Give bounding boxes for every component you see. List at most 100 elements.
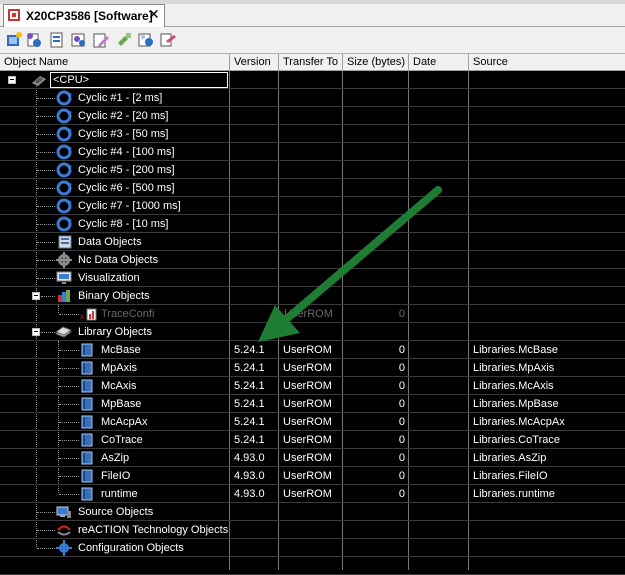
tree-guide xyxy=(37,548,55,550)
library-size: 0 xyxy=(398,380,405,392)
library-row[interactable]: MpBase 5.24.1 UserROM 0 Libraries.MpBase xyxy=(0,395,625,413)
tree-row-cyclic[interactable]: Cyclic #7 - [1000 ms] xyxy=(0,197,625,215)
library-name: runtime xyxy=(101,488,138,500)
row-divider xyxy=(0,502,625,503)
tree-row-trace-config[interactable]: x TraceConfi UserROM 0 xyxy=(0,305,625,323)
tree-guide xyxy=(59,314,79,316)
col-transfer-to[interactable]: Transfer To xyxy=(279,54,343,70)
tree-guide xyxy=(59,386,79,388)
col-version[interactable]: Version xyxy=(230,54,279,70)
tree-guide xyxy=(37,260,55,262)
collapse-icon[interactable] xyxy=(32,328,40,336)
tree-row-reaction[interactable]: reACTION Technology Objects xyxy=(0,521,625,539)
cyclic-label: Cyclic #7 - [1000 ms] xyxy=(78,200,181,212)
new-object-icon[interactable] xyxy=(5,31,23,49)
cpu-icon xyxy=(32,76,46,86)
transfer-icon[interactable] xyxy=(137,31,155,49)
open-icon[interactable] xyxy=(70,31,88,49)
row-divider xyxy=(0,466,625,467)
tree-row-configuration-objects[interactable]: Configuration Objects xyxy=(0,539,625,557)
tree-row-library-objects[interactable]: Library Objects xyxy=(0,323,625,341)
row-divider xyxy=(0,268,625,269)
row-divider xyxy=(0,232,625,233)
data-objects-icon xyxy=(58,235,72,249)
library-row[interactable]: McBase 5.24.1 UserROM 0 Libraries.McBase xyxy=(0,341,625,359)
tree-guide xyxy=(37,278,55,280)
cpu-label[interactable]: <CPU> xyxy=(50,72,228,88)
binary-objects-icon xyxy=(58,290,70,302)
tree-row-cyclic[interactable]: Cyclic #4 - [100 ms] xyxy=(0,143,625,161)
tree-row-cpu[interactable]: <CPU> xyxy=(0,71,625,89)
visualization-monitor-icon xyxy=(56,271,72,284)
col-object-name[interactable]: Object Name xyxy=(0,54,230,70)
tree-guide xyxy=(59,476,79,478)
library-book-icon xyxy=(81,433,93,447)
library-transfer: UserROM xyxy=(283,398,332,410)
library-size: 0 xyxy=(398,488,405,500)
library-row[interactable]: McAxis 5.24.1 UserROM 0 Libraries.McAxis xyxy=(0,377,625,395)
cyclic-task-icon xyxy=(56,144,72,160)
tab-close-icon[interactable]: ✕ xyxy=(148,6,160,23)
visualization-label: Visualization xyxy=(78,272,140,284)
build-icon[interactable] xyxy=(115,31,133,49)
library-row[interactable]: CoTrace 5.24.1 UserROM 0 Libraries.CoTrace xyxy=(0,431,625,449)
toolbar xyxy=(0,27,625,54)
tree-guide xyxy=(37,170,55,172)
tree-guide xyxy=(59,494,79,496)
library-row[interactable]: runtime 4.93.0 UserROM 0 Libraries.runtime xyxy=(0,485,625,503)
nc-data-objects-label: Nc Data Objects xyxy=(78,254,159,266)
source-objects-icon xyxy=(56,506,71,518)
col-source[interactable]: Source xyxy=(469,54,625,70)
library-name: AsZip xyxy=(101,452,130,464)
tree-row-data-objects[interactable]: Data Objects xyxy=(0,233,625,251)
tree-guide xyxy=(37,188,55,190)
tree-row-source-objects[interactable]: Source Objects xyxy=(0,503,625,521)
tree-row-cyclic[interactable]: Cyclic #8 - [10 ms] xyxy=(0,215,625,233)
insert-icon[interactable] xyxy=(25,31,43,49)
cyclic-label: Cyclic #6 - [500 ms] xyxy=(78,182,175,194)
tree-guide xyxy=(37,242,55,244)
svg-text:x: x xyxy=(80,312,84,321)
col-date[interactable]: Date xyxy=(409,54,469,70)
library-transfer: UserROM xyxy=(283,452,332,464)
tree-guide xyxy=(59,368,79,370)
row-divider xyxy=(0,214,625,215)
library-source: Libraries.CoTrace xyxy=(473,434,561,446)
library-version: 5.24.1 xyxy=(234,416,265,428)
tree-row-cyclic[interactable]: Cyclic #3 - [50 ms] xyxy=(0,125,625,143)
software-tab-icon xyxy=(8,9,20,21)
tree-row-binary-objects[interactable]: Binary Objects xyxy=(0,287,625,305)
cyclic-label: Cyclic #2 - [20 ms] xyxy=(78,110,169,122)
row-divider xyxy=(0,124,625,125)
tree-guide xyxy=(59,440,79,442)
row-divider xyxy=(0,538,625,539)
tree-row-cyclic[interactable]: Cyclic #6 - [500 ms] xyxy=(0,179,625,197)
library-row[interactable]: MpAxis 5.24.1 UserROM 0 Libraries.MpAxis xyxy=(0,359,625,377)
cyclic-label: Cyclic #5 - [200 ms] xyxy=(78,164,175,176)
library-row[interactable]: McAcpAx 5.24.1 UserROM 0 Libraries.McAcpAx xyxy=(0,413,625,431)
tree-row-cyclic[interactable]: Cyclic #5 - [200 ms] xyxy=(0,161,625,179)
tree-guide xyxy=(37,116,55,118)
cyclic-label: Cyclic #8 - [10 ms] xyxy=(78,218,169,230)
reaction-label: reACTION Technology Objects xyxy=(78,524,229,536)
properties-icon[interactable] xyxy=(48,31,66,49)
library-transfer: UserROM xyxy=(283,470,332,482)
binary-objects-label: Binary Objects xyxy=(78,290,150,302)
library-row[interactable]: FileIO 4.93.0 UserROM 0 Libraries.FileIO xyxy=(0,467,625,485)
tab-software[interactable]: X20CP3586 [Software] ✕ xyxy=(3,4,165,27)
trace-transfer: UserROM xyxy=(284,308,333,320)
library-row[interactable]: AsZip 4.93.0 UserROM 0 Libraries.AsZip xyxy=(0,449,625,467)
collapse-icon[interactable] xyxy=(8,76,16,84)
trace-config-icon: x xyxy=(80,308,97,321)
collapse-icon[interactable] xyxy=(32,292,40,300)
col-size[interactable]: Size (bytes) xyxy=(343,54,409,70)
library-name: CoTrace xyxy=(101,434,143,446)
tree-row-nc-data-objects[interactable]: Nc Data Objects xyxy=(0,251,625,269)
delete-icon[interactable] xyxy=(159,31,177,49)
tree-row-visualization[interactable]: Visualization xyxy=(0,269,625,287)
configuration-objects-label: Configuration Objects xyxy=(78,542,184,554)
tree-row-cyclic[interactable]: Cyclic #1 - [2 ms] xyxy=(0,89,625,107)
source-objects-label: Source Objects xyxy=(78,506,154,518)
edit-icon[interactable] xyxy=(92,31,110,49)
tree-row-cyclic[interactable]: Cyclic #2 - [20 ms] xyxy=(0,107,625,125)
